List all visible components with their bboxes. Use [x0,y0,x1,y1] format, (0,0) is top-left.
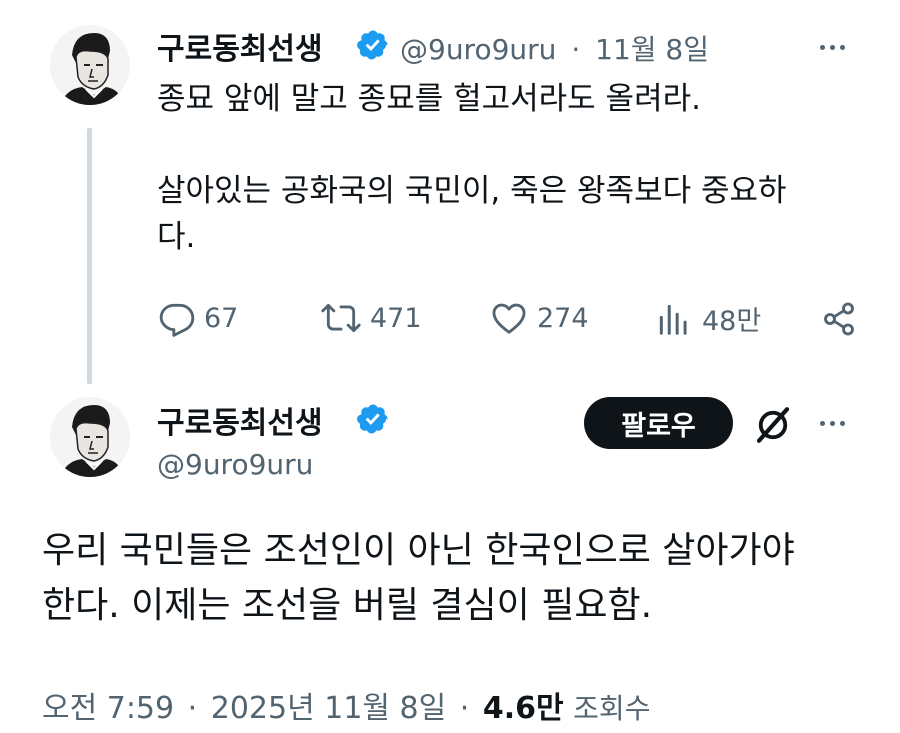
thread-line [87,128,92,384]
view-label: 조회수 [573,692,651,725]
display-name[interactable]: 구로동최선생 [157,398,323,442]
retweet-count: 471 [370,302,422,334]
retweet-button[interactable]: 471 [320,299,422,337]
tweet-date[interactable]: 11월 8일 [595,33,709,66]
like-count: 274 [537,302,589,334]
reply-count: 67 [204,302,239,334]
main-tweet-line2: 한다. 이제는 조선을 버릴 결심이 필요함. [42,585,653,626]
separator: · [571,33,581,66]
separator: · [459,691,470,726]
tweet-text-line3: 다. [157,219,196,255]
display-name[interactable]: 구로동최선생 [157,24,323,68]
view-count: 48만 [702,306,762,337]
reply-button[interactable]: 67 [158,299,238,337]
handle[interactable]: @9uro9uru [400,33,556,66]
verified-badge-icon [356,402,390,440]
separator: · [187,691,198,726]
retweet-icon [321,303,361,333]
handle[interactable]: @9uro9uru [157,448,313,481]
tweet-full-date[interactable]: 2025년 11월 8일 [211,691,446,726]
heart-icon [492,303,526,334]
verified-badge-icon [356,28,390,66]
avatar[interactable] [50,25,130,105]
tweet-text-line1: 종묘 앞에 말고 종묘를 헐고서라도 올려라. [157,81,701,117]
tweet-time[interactable]: 오전 7:59 [42,691,174,726]
more-icon[interactable] [820,421,845,426]
reply-icon [159,303,195,337]
like-button[interactable]: 274 [489,299,589,337]
main-tweet-line1: 우리 국민들은 조선인이 아닌 한국인으로 살아가야 [42,530,795,571]
avatar-image [50,397,130,477]
tweet-meta: 오전 7:59 · 2025년 11월 8일 · 4.6만 조회수 [42,683,650,727]
analytics-icon [659,304,687,335]
tweet-text-line2: 살아있는 공화국의 국민이, 죽은 왕족보다 중요하 [157,173,787,209]
avatar-image [50,25,130,105]
view-total: 4.6만 [482,691,564,726]
share-icon[interactable] [820,301,858,341]
follow-button[interactable]: 팔로우 [584,397,733,449]
more-icon[interactable] [820,45,845,50]
views-button[interactable]: 48만 [654,299,761,338]
grok-icon[interactable] [752,404,794,450]
avatar[interactable] [50,397,130,477]
